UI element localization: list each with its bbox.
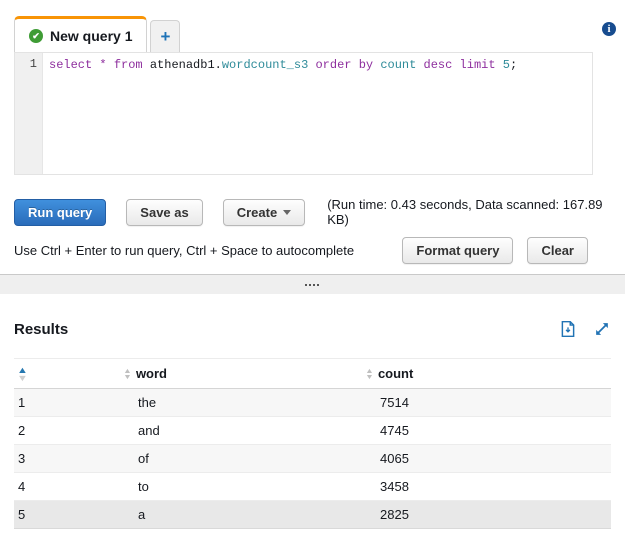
code-token-keyword: limit (460, 58, 496, 72)
count-cell: 4745 (358, 417, 611, 445)
word-cell: the (118, 389, 358, 417)
sql-editor[interactable]: 1 select * from athenadb1.wordcount_s3 o… (14, 52, 593, 175)
drag-handle-icon (305, 284, 307, 286)
line-number: 1 (30, 57, 37, 71)
create-label: Create (237, 205, 277, 220)
count-cell: 7514 (358, 389, 611, 417)
expand-icon[interactable] (593, 320, 611, 338)
plus-icon: + (161, 27, 171, 47)
code-token-plain: athenadb1. (143, 58, 222, 72)
code-token-plain (452, 58, 459, 72)
code-token-plain (416, 58, 423, 72)
row-number-cell: 4 (14, 473, 118, 501)
column-header-count[interactable]: ▲▼ count (358, 359, 611, 389)
code-token-number: 5 (503, 58, 510, 72)
results-title: Results (14, 321, 68, 338)
info-icon[interactable]: i (602, 22, 616, 36)
table-row[interactable]: 5a2825 (14, 501, 611, 529)
create-dropdown-button[interactable]: Create (223, 199, 305, 226)
tab-new-query-1[interactable]: ✔ New query 1 (14, 16, 147, 52)
column-header-word[interactable]: ▲▼ word (118, 359, 358, 389)
word-cell: and (118, 417, 358, 445)
code-token-identifier: count (380, 58, 416, 72)
query-line[interactable]: select * from athenadb1.wordcount_s3 ord… (43, 53, 592, 174)
format-query-button[interactable]: Format query (402, 237, 513, 264)
code-token-keyword: * (99, 58, 106, 72)
query-toolbar: Run query Save as Create (Run time: 0.43… (14, 197, 625, 227)
results-actions (559, 320, 611, 338)
column-label: count (378, 366, 413, 381)
code-token-identifier: wordcount_s3 (222, 58, 308, 72)
run-query-button[interactable]: Run query (14, 199, 106, 226)
results-panel: Results ▲▼▲▼word▲▼count 1the75142and4745… (0, 294, 625, 529)
word-cell: to (118, 473, 358, 501)
tab-label: New query 1 (50, 28, 132, 44)
table-row[interactable]: 2and4745 (14, 417, 611, 445)
run-stats-text: (Run time: 0.43 seconds, Data scanned: 1… (327, 197, 625, 227)
code-token-plain (352, 58, 359, 72)
sort-arrows-icon: ▲▼ (124, 369, 131, 381)
column-label: word (136, 366, 167, 381)
save-as-button[interactable]: Save as (126, 199, 202, 226)
code-token-keyword: from (114, 58, 143, 72)
clear-button[interactable]: Clear (527, 237, 588, 264)
panel-splitter[interactable] (0, 274, 625, 294)
row-number-cell: 3 (14, 445, 118, 473)
code-token-plain: ; (510, 58, 517, 72)
check-circle-icon: ✔ (29, 29, 43, 43)
secondary-toolbar: Use Ctrl + Enter to run query, Ctrl + Sp… (14, 237, 588, 264)
code-token-keyword: desc (424, 58, 453, 72)
code-token-keyword: by (359, 58, 373, 72)
word-cell: of (118, 445, 358, 473)
row-number-cell: 5 (14, 501, 118, 529)
code-token-plain (496, 58, 503, 72)
table-row[interactable]: 1the7514 (14, 389, 611, 417)
code-token-keyword: order (315, 58, 351, 72)
code-token-plain (107, 58, 114, 72)
table-row[interactable]: 3of4065 (14, 445, 611, 473)
line-number-gutter: 1 (15, 53, 43, 174)
sort-arrows-icon: ▲▼ (366, 369, 373, 381)
results-header: Results (14, 320, 611, 338)
shortcut-hint-text: Use Ctrl + Enter to run query, Ctrl + Sp… (14, 243, 354, 258)
word-cell: a (118, 501, 358, 529)
count-cell: 2825 (358, 501, 611, 529)
results-table: ▲▼▲▼word▲▼count 1the75142and47453of40654… (14, 358, 611, 529)
count-cell: 3458 (358, 473, 611, 501)
download-file-icon[interactable] (559, 320, 577, 338)
row-number-cell: 2 (14, 417, 118, 445)
chevron-down-icon (283, 210, 291, 219)
query-tab-bar: ✔ New query 1 + (0, 16, 625, 52)
add-tab-button[interactable]: + (150, 20, 180, 52)
code-token-keyword: select (49, 58, 92, 72)
row-number-cell: 1 (14, 389, 118, 417)
results-table-body: 1the75142and47453of40654to34585a2825 (14, 389, 611, 529)
column-header-row-number[interactable]: ▲▼ (14, 359, 118, 389)
count-cell: 4065 (358, 445, 611, 473)
results-header-row: ▲▼ ▲▼ word ▲▼ count (14, 359, 611, 389)
table-row[interactable]: 4to3458 (14, 473, 611, 501)
sort-arrows-icon: ▲▼ (18, 366, 27, 382)
athena-query-editor: i ✔ New query 1 + 1 select * from athena… (0, 16, 625, 529)
